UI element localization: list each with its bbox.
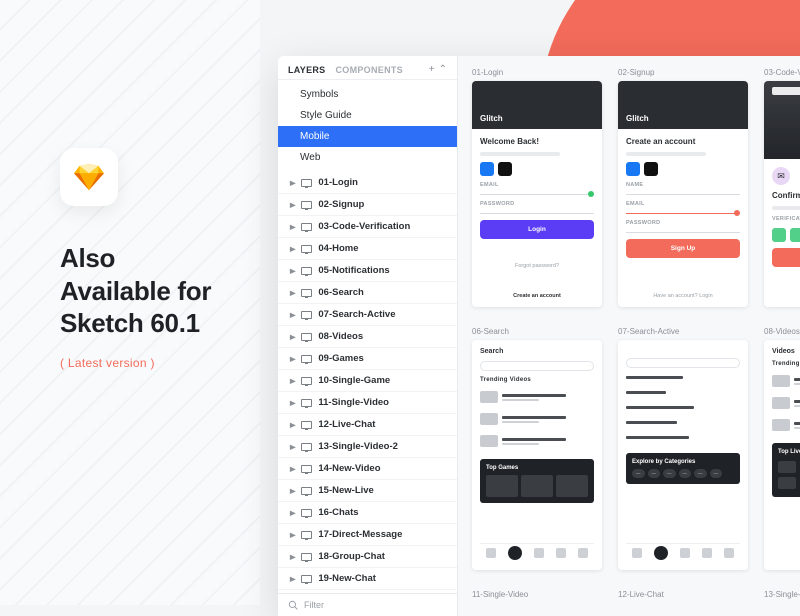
list-item[interactable]: ▶05-Notifications — [278, 260, 457, 282]
filter-icon — [288, 600, 298, 610]
list-item[interactable]: ▶10-Single-Game — [278, 370, 457, 392]
list-item[interactable]: ▶12-Live-Chat — [278, 414, 457, 436]
artboard-icon — [301, 487, 312, 495]
artboard-icon — [301, 223, 312, 231]
artboard-label: 07-Search-Active — [618, 327, 748, 336]
artboard-icon — [301, 575, 312, 583]
list-item[interactable]: ▶04-Home — [278, 238, 457, 260]
artboard-icon — [301, 443, 312, 451]
screen-heading: Videos — [772, 348, 800, 355]
panel-tabs: LAYERS COMPONENTS + ⌃ — [278, 56, 457, 80]
artboard-icon — [301, 531, 312, 539]
tab-layers[interactable]: LAYERS — [288, 65, 325, 75]
sketch-app-icon — [60, 148, 118, 206]
artboard-label: 06-Search — [472, 327, 602, 336]
artboard-label: 03-Code-Verification — [764, 68, 800, 77]
list-item[interactable]: ▶19-New-Chat — [278, 568, 457, 590]
artboard-thumb[interactable]: 01-Login Glitch Welcome Back! EMAIL PASS… — [472, 68, 602, 307]
list-item[interactable]: ▶02-Signup — [278, 194, 457, 216]
search-input — [480, 361, 594, 371]
artboard-icon — [301, 553, 312, 561]
list-item[interactable]: ▶13-Single-Video-2 — [278, 436, 457, 458]
artboard-icon — [301, 245, 312, 253]
canvas[interactable]: 01-Login Glitch Welcome Back! EMAIL PASS… — [458, 56, 800, 616]
list-item[interactable]: ▶07-Search-Active — [278, 304, 457, 326]
artboard-icon — [301, 355, 312, 363]
artboard-icon — [301, 399, 312, 407]
screen-heading: Welcome Back! — [480, 137, 594, 146]
tab-bar — [626, 543, 740, 562]
artboard-icon — [301, 201, 312, 209]
artboard-label: 08-Videos — [764, 327, 800, 336]
hero-title: Also Available for Sketch 60.1 — [60, 242, 270, 340]
list-item[interactable]: ▶06-Search — [278, 282, 457, 304]
list-item[interactable]: ▶15-New-Live — [278, 480, 457, 502]
collapse-icon[interactable]: ⌃ — [439, 64, 447, 75]
artboard-thumb[interactable]: 06-Search Search Trending Videos Top Gam… — [472, 327, 602, 570]
hero-photo — [764, 81, 800, 159]
tab-bar — [480, 543, 594, 562]
list-item[interactable]: ▶01-Login — [278, 172, 457, 194]
screen-heading: Search — [480, 348, 594, 355]
artboard-thumb[interactable]: 08-Videos Videos Trending Now Top Lives — [764, 327, 800, 570]
artboard-list: ▶01-Login ▶02-Signup ▶03-Code-Verificati… — [278, 172, 457, 593]
add-icon[interactable]: + — [429, 64, 435, 75]
page-symbols[interactable]: Symbols — [278, 84, 457, 105]
search-input — [626, 358, 740, 368]
list-item[interactable]: ▶18-Group-Chat — [278, 546, 457, 568]
list-item[interactable]: ▶09-Games — [278, 348, 457, 370]
artboard-icon — [301, 311, 312, 319]
artboard-icon — [301, 377, 312, 385]
list-item[interactable]: ▶03-Code-Verification — [278, 216, 457, 238]
screen-heading: Confirm your email! — [772, 191, 800, 200]
app-header: Glitch — [472, 81, 602, 129]
list-item[interactable]: ▶08-Videos — [278, 326, 457, 348]
artboard-label: 01-Login — [472, 68, 602, 77]
layers-panel: LAYERS COMPONENTS + ⌃ Symbols Style Guid… — [278, 56, 458, 616]
screen-heading: Create an account — [626, 137, 740, 146]
hero-subtitle: ( Latest version ) — [60, 356, 270, 370]
artboard-label: 11-Single-Video — [472, 590, 602, 599]
page-list: Symbols Style Guide Mobile Web — [278, 80, 457, 172]
list-item[interactable]: ▶14-New-Video — [278, 458, 457, 480]
tab-components[interactable]: COMPONENTS — [335, 65, 403, 75]
artboard-icon — [301, 333, 312, 341]
app-header: Glitch — [618, 81, 748, 129]
list-item[interactable]: ▶16-Chats — [278, 502, 457, 524]
artboard-thumb[interactable]: 07-Search-Active Explore by Categories —… — [618, 327, 748, 570]
artboard-label: 02-Signup — [618, 68, 748, 77]
mail-icon: ✉ — [772, 167, 790, 185]
page-style-guide[interactable]: Style Guide — [278, 105, 457, 126]
sketch-window: LAYERS COMPONENTS + ⌃ Symbols Style Guid… — [278, 56, 800, 616]
filter-placeholder: Filter — [304, 600, 324, 610]
confirm-button: Confirm — [772, 248, 800, 267]
artboard-icon — [301, 267, 312, 275]
artboard-label: 13-Single-Video-2 — [764, 590, 800, 599]
artboard-icon — [301, 289, 312, 297]
signup-button: Sign Up — [626, 239, 740, 258]
artboard-thumb[interactable]: 02-Signup Glitch Create an account NAME … — [618, 68, 748, 307]
artboard-thumb[interactable]: 12-Live-Chat — [618, 590, 748, 603]
artboard-thumb[interactable]: 13-Single-Video-2 — [764, 590, 800, 603]
hero-block: Also Available for Sketch 60.1 ( Latest … — [60, 148, 270, 370]
artboard-icon — [301, 465, 312, 473]
page-web[interactable]: Web — [278, 147, 457, 168]
artboard-thumb[interactable]: 03-Code-Verification ✉ Confirm your emai… — [764, 68, 800, 307]
list-item[interactable]: ▶17-Direct-Message — [278, 524, 457, 546]
list-item[interactable]: ▶11-Single-Video — [278, 392, 457, 414]
artboard-icon — [301, 179, 312, 187]
artboard-label: 12-Live-Chat — [618, 590, 748, 599]
artboard-icon — [301, 421, 312, 429]
artboard-icon — [301, 509, 312, 517]
login-button: Login — [480, 220, 594, 239]
artboard-thumb[interactable]: 11-Single-Video — [472, 590, 602, 603]
page-mobile[interactable]: Mobile — [278, 126, 457, 147]
